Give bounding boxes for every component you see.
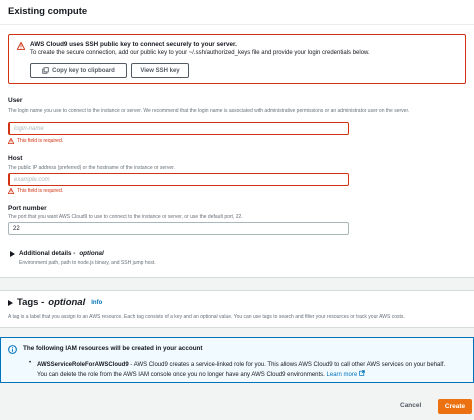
external-link-icon [359, 370, 365, 376]
create-button[interactable]: Create [438, 399, 472, 414]
section-title: Existing compute [8, 6, 88, 17]
error-icon [8, 188, 14, 194]
iam-info-text: AWSServiceRoleForAWSCloud9 - AWS Cloud9 … [37, 360, 467, 380]
warning-text: To create the secure connection, add our… [30, 50, 370, 56]
host-error: This field is required. [8, 188, 63, 194]
tags-description: A tag is a label that you assign to an A… [8, 314, 405, 320]
user-error: This field is required. [8, 138, 63, 144]
caret-right-icon [10, 250, 15, 257]
bullet: • [29, 360, 32, 366]
error-icon [8, 138, 14, 144]
cancel-button[interactable]: Cancel [400, 402, 421, 409]
copy-key-label: Copy key to clipboard [52, 67, 115, 74]
additional-details-toggle[interactable]: Additional details - optional [10, 250, 104, 257]
iam-text-line2: You can delete the role from the AWS IAM… [37, 372, 325, 378]
iam-info-alert: The following IAM resources will be crea… [0, 337, 474, 383]
user-error-text: This field is required. [17, 138, 64, 144]
tags-toggle[interactable]: Tags - optional Info [8, 297, 102, 308]
additional-details-label: Additional details - [19, 250, 76, 257]
host-label: Host [8, 155, 23, 162]
tags-info-link[interactable]: Info [91, 300, 102, 306]
optional-label: optional [48, 297, 86, 308]
iam-info-title: The following IAM resources will be crea… [23, 345, 203, 352]
host-input[interactable]: example.com [8, 173, 349, 186]
user-description: The login name you use to connect to the… [8, 108, 410, 114]
tags-label: Tags - [17, 297, 45, 308]
copy-icon [42, 67, 49, 74]
view-ssh-key-label: View SSH key [140, 67, 180, 74]
tags-panel: Tags - optional Info A tag is a label th… [0, 290, 474, 328]
additional-details-description: Environment path, path to node.js binary… [19, 260, 156, 266]
copy-key-button[interactable]: Copy key to clipboard [30, 63, 127, 78]
ssh-key-warning: AWS Cloud9 uses SSH public key to connec… [8, 34, 466, 84]
user-input[interactable]: login-name [8, 122, 349, 135]
port-label: Port number [8, 205, 47, 212]
user-placeholder: login-name [14, 125, 44, 132]
header-divider [0, 24, 474, 25]
info-icon [8, 345, 17, 354]
warning-icon [17, 42, 25, 50]
learn-more-link[interactable]: Learn more [327, 370, 365, 378]
role-name: AWSServiceRoleForAWSCloud9 [37, 362, 129, 368]
port-input[interactable]: 22 [8, 222, 349, 235]
port-value: 22 [13, 225, 20, 232]
existing-compute-panel: Existing compute AWS Cloud9 uses SSH pub… [0, 0, 474, 278]
host-description: The public IP address (preferred) or the… [8, 165, 175, 171]
host-error-text: This field is required. [17, 188, 64, 194]
iam-text-line1: - AWS Cloud9 creates a service-linked ro… [128, 362, 446, 368]
optional-label: optional [79, 250, 104, 257]
port-description: The port that you want AWS Cloud9 to use… [8, 214, 243, 220]
host-placeholder: example.com [14, 176, 50, 183]
user-label: User [8, 97, 23, 104]
warning-title: AWS Cloud9 uses SSH public key to connec… [30, 41, 237, 48]
caret-right-icon [8, 299, 13, 306]
view-ssh-key-button[interactable]: View SSH key [131, 63, 189, 78]
